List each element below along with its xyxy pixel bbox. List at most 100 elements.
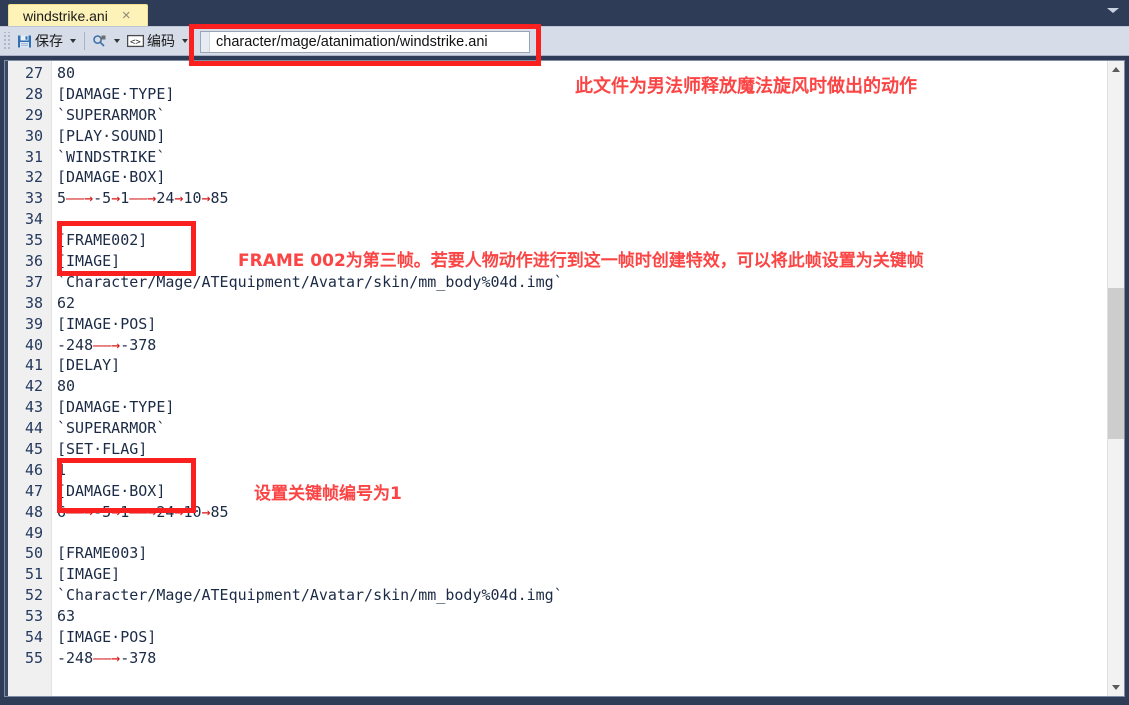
floppy-disk-icon (17, 34, 32, 49)
annotation-file-purpose: 此文件为男法师释放魔法旋风时做出的动作 (575, 76, 917, 97)
tab-arrow-glyph: ——→ (66, 189, 94, 208)
code-text: 10 (183, 189, 202, 208)
line-number: 31 (24, 147, 43, 166)
tab-arrow-glyph: ——→ (129, 189, 157, 208)
code-editor[interactable]: 27 28 29 30 31 32 33 34 35 36 37 38 39 40 41 42 43 44 45 46… (4, 60, 1125, 697)
line-number: 33 (24, 189, 43, 208)
code-text: [SET·FLAG] (57, 440, 148, 459)
scroll-up-button[interactable] (1108, 61, 1124, 78)
angle-brackets-icon: <> (127, 34, 144, 48)
code-text: 63 (57, 607, 76, 626)
tab-windstrike-ani[interactable]: windstrike.ani × (8, 4, 148, 26)
code-text: -5 (93, 189, 112, 208)
code-line: [FRAME003] (57, 543, 1107, 564)
tab-label: windstrike.ani (23, 7, 108, 24)
code-text: 1 (120, 502, 130, 521)
code-line: `SUPERARMOR` (57, 418, 1107, 439)
line-number: 44 (24, 419, 43, 438)
line-number-list: 27 28 29 30 31 32 33 34 35 36 37 38 39 40 41 42 43 44 45 46… (5, 61, 51, 669)
code-text: -248 (57, 648, 94, 667)
line-number: 43 (24, 398, 43, 417)
line-number: 37 (24, 272, 43, 291)
line-number: 54 (24, 628, 43, 647)
code-line: [DELAY] (57, 355, 1107, 376)
editor-window: windstrike.ani × 保存 <> 编码 character/mage… (0, 0, 1129, 705)
tab-arrow-glyph: ——→ (66, 502, 94, 521)
code-text: `WINDSTRIKE` (57, 147, 166, 166)
line-number: 49 (24, 523, 43, 542)
line-number: 52 (24, 586, 43, 605)
code-text: [IMAGE] (57, 565, 121, 584)
line-number: 46 (24, 460, 43, 479)
code-text: 85 (210, 502, 229, 521)
code-text: [DELAY] (57, 356, 121, 375)
code-text: [FRAME002] (57, 231, 148, 250)
line-number: 34 (24, 210, 43, 229)
save-dropdown-caret-icon[interactable] (70, 39, 76, 43)
encoding-button-label: 编码 (147, 34, 175, 50)
code-text: 1 (57, 460, 67, 479)
code-text: [IMAGE·POS] (57, 628, 157, 647)
save-button[interactable]: 保存 (14, 30, 66, 52)
tab-arrow-glyph: → (201, 189, 211, 208)
find-button[interactable] (89, 30, 110, 52)
code-text: `SUPERARMOR` (57, 105, 166, 124)
code-line: 63 (57, 606, 1107, 627)
tab-arrow-glyph: ——→ (93, 648, 121, 667)
encoding-button[interactable]: <> 编码 (124, 30, 178, 52)
path-combobox-grip (201, 32, 210, 52)
code-text: [DAMAGE·TYPE] (57, 398, 175, 417)
annotation-setflag: 设置关键帧编号为1 (254, 484, 402, 504)
line-number: 30 (24, 126, 43, 145)
code-text: `SUPERARMOR` (57, 419, 166, 438)
toolbar-separator (84, 32, 85, 50)
code-line: `SUPERARMOR` (57, 105, 1107, 126)
code-text: 10 (183, 502, 202, 521)
code-text: [IMAGE] (57, 252, 121, 271)
line-number: 27 (24, 64, 43, 82)
line-number: 55 (24, 648, 43, 667)
encoding-dropdown-caret-icon[interactable] (182, 39, 188, 43)
code-text: 85 (210, 189, 229, 208)
line-number: 36 (24, 252, 43, 271)
chevron-down-icon (1112, 685, 1120, 690)
vertical-scrollbar[interactable] (1107, 61, 1124, 696)
code-text: 6 (57, 502, 67, 521)
find-dropdown-caret-icon[interactable] (114, 39, 120, 43)
scroll-down-button[interactable] (1108, 679, 1124, 696)
annotation-frame002: FRAME 002为第三帧。若要人物动作进行到这一帧时创建特效，可以将此帧设置为… (238, 251, 924, 271)
line-number: 48 (24, 502, 43, 521)
code-text: [DAMAGE·BOX] (57, 481, 166, 500)
code-line: 6——→-5→1——→24→10→85 (57, 502, 1107, 523)
code-text: 5 (57, 189, 67, 208)
code-text: 62 (57, 293, 76, 312)
code-text: -378 (120, 648, 157, 667)
code-line: [IMAGE] (57, 564, 1107, 585)
chevron-down-icon[interactable] (1107, 8, 1119, 13)
code-line: [DAMAGE·BOX] (57, 481, 1107, 502)
close-icon[interactable]: × (122, 8, 131, 23)
code-text: [IMAGE·POS] (57, 314, 157, 333)
code-line: 1 (57, 460, 1107, 481)
code-text: `Character/Mage/ATEquipment/Avatar/skin/… (57, 272, 563, 291)
toolbar: 保存 <> 编码 (0, 26, 1129, 56)
code-text: -378 (120, 335, 157, 354)
code-line: `WINDSTRIKE` (57, 147, 1107, 168)
chevron-up-icon (1112, 67, 1120, 72)
code-line: [DAMAGE·TYPE] (57, 397, 1107, 418)
tab-arrow-glyph: ——→ (93, 335, 121, 354)
svg-text:<>: <> (130, 37, 141, 47)
code-text: 1 (120, 189, 130, 208)
line-number: 29 (24, 105, 43, 124)
code-text-area[interactable]: 80 [DAMAGE·TYPE] `SUPERARMOR` [PLAY·SOUND] `… (52, 61, 1107, 696)
scrollbar-thumb[interactable] (1108, 288, 1124, 439)
file-path-combobox[interactable]: character/mage/atanimation/windstrike.an… (200, 31, 530, 53)
code-line: -248——→-378 (57, 648, 1107, 669)
line-number: 35 (24, 231, 43, 250)
toolbar-grip[interactable] (3, 32, 11, 50)
line-number: 39 (24, 314, 43, 333)
code-line-list: 80 [DAMAGE·TYPE] `SUPERARMOR` [PLAY·SOUND] `… (52, 61, 1107, 669)
tab-arrow-glyph: → (111, 502, 121, 521)
